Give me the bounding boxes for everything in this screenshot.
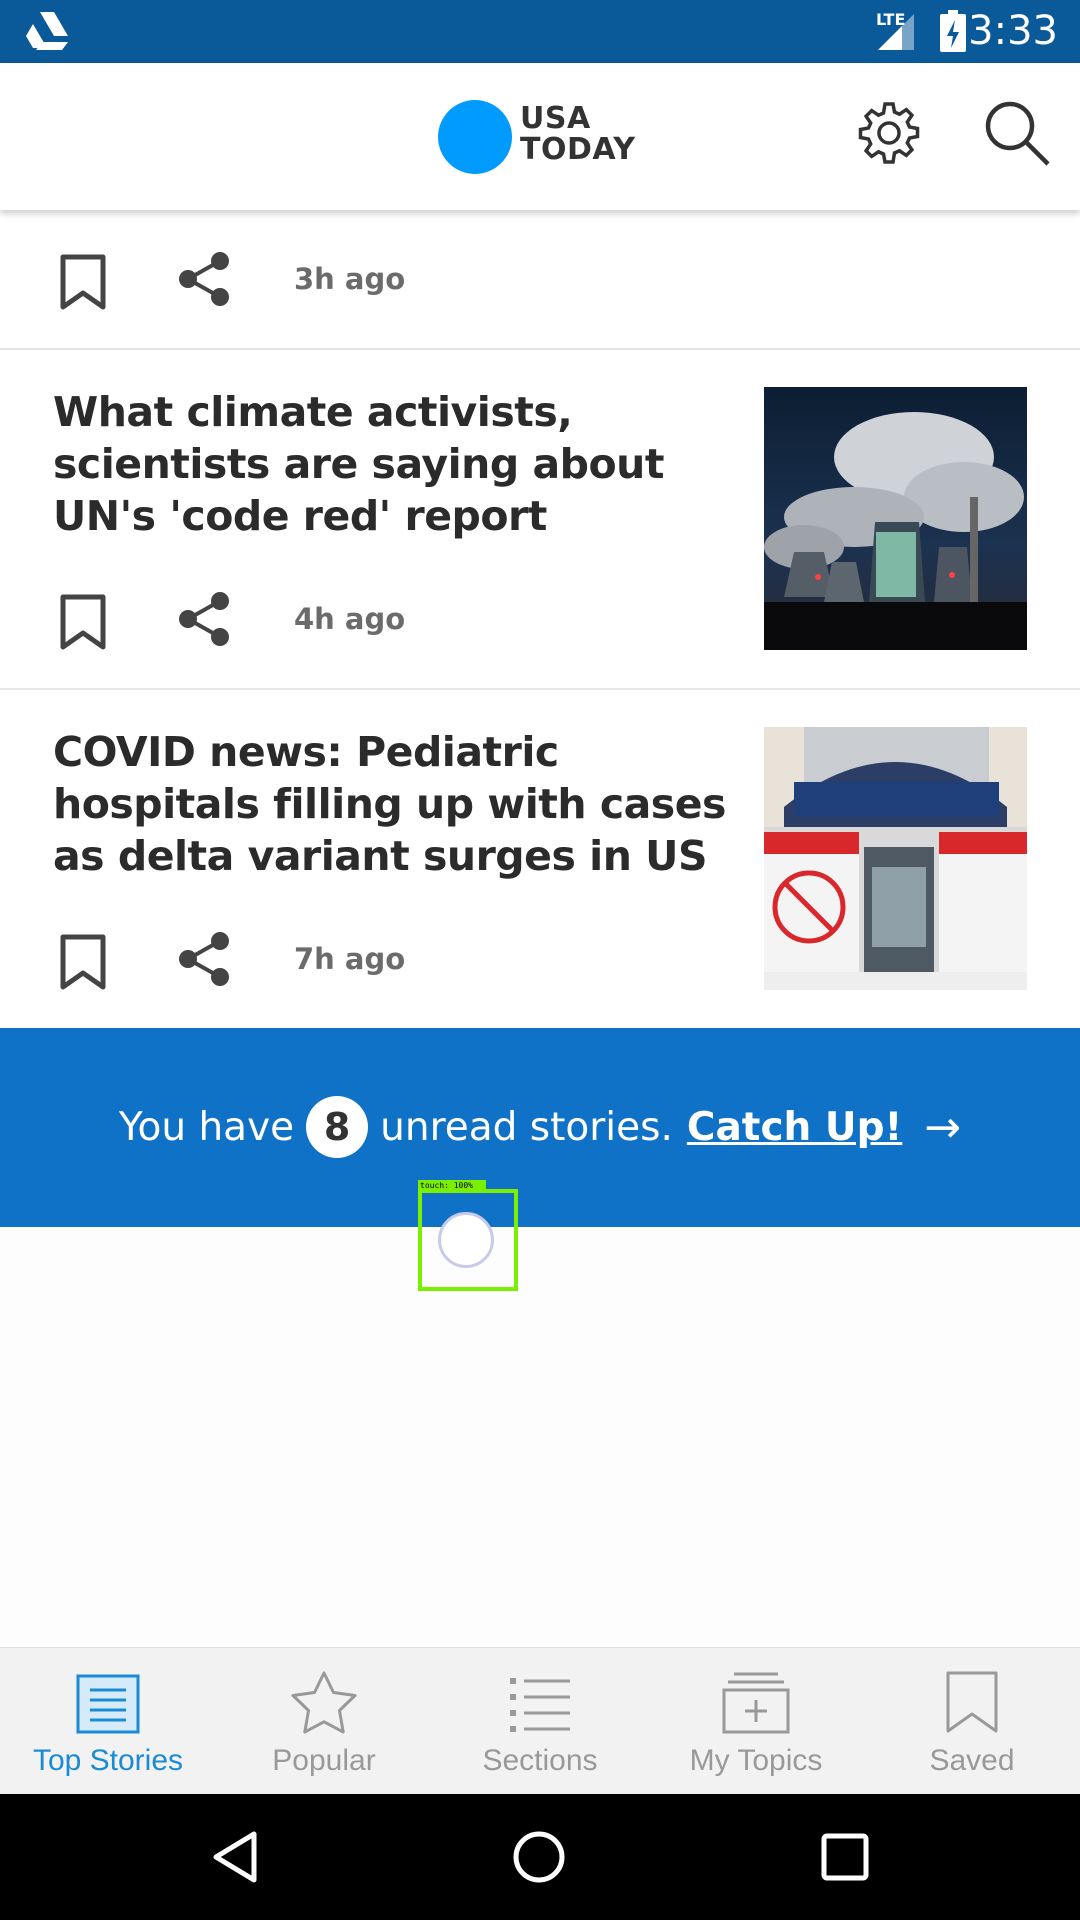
- settings-gear-icon[interactable]: [854, 98, 924, 168]
- battery-charging-icon: [940, 10, 966, 52]
- app-header: USA TODAY: [0, 63, 1080, 210]
- article-headline[interactable]: COVID news: Pediatric hospitals filling …: [53, 726, 753, 882]
- banner-message: You have 8 unread stories. Catch Up! →: [0, 1096, 1080, 1158]
- nav-label: Popular: [272, 1744, 376, 1777]
- list-icon: [510, 1678, 570, 1732]
- article-headline[interactable]: What climate activists, scientists are s…: [53, 386, 733, 542]
- article-thumbnail-image[interactable]: [764, 387, 1027, 650]
- star-icon: [291, 1671, 357, 1734]
- status-time: 3:33: [968, 8, 1058, 54]
- catch-up-link[interactable]: Catch Up!: [687, 1105, 902, 1150]
- bookmark-icon[interactable]: [60, 254, 106, 310]
- logo-text: USA TODAY: [520, 103, 635, 165]
- nav-label: Top Stories: [32, 1744, 184, 1777]
- recent-apps-icon[interactable]: [820, 1832, 870, 1882]
- logo-line-1: USA: [520, 101, 591, 136]
- nav-popular[interactable]: Popular: [216, 1648, 432, 1795]
- nav-top-stories[interactable]: Top Stories: [0, 1648, 216, 1795]
- bookmark-icon: [946, 1671, 998, 1733]
- nav-label: My Topics: [689, 1744, 823, 1777]
- drive-icon: [26, 12, 68, 50]
- article-thumbnail-image[interactable]: [764, 727, 1027, 990]
- top-stories-icon: [76, 1674, 140, 1734]
- bookmark-icon[interactable]: [60, 934, 106, 990]
- status-bar: LTE 3:33: [0, 0, 1080, 63]
- signal-icon: [878, 14, 914, 50]
- my-topics-icon: [722, 1672, 790, 1734]
- nav-label: Sections: [482, 1744, 598, 1777]
- share-icon[interactable]: [178, 252, 232, 306]
- nav-sections[interactable]: Sections: [432, 1648, 648, 1795]
- catch-up-banner[interactable]: You have 8 unread stories. Catch Up! →: [0, 1028, 1080, 1227]
- logo-line-2: TODAY: [520, 132, 636, 167]
- search-icon[interactable]: [982, 98, 1052, 168]
- banner-prefix: You have: [118, 1104, 295, 1150]
- back-icon[interactable]: [210, 1830, 260, 1884]
- share-icon[interactable]: [178, 592, 232, 646]
- nav-label: Saved: [929, 1744, 1015, 1777]
- share-icon[interactable]: [178, 932, 232, 986]
- unread-count-badge: 8: [306, 1096, 369, 1158]
- bookmark-icon[interactable]: [60, 594, 106, 650]
- nav-my-topics[interactable]: My Topics: [648, 1648, 864, 1795]
- article-item[interactable]: What climate activists, scientists are s…: [0, 350, 1080, 690]
- arrow-right-icon[interactable]: →: [924, 1102, 961, 1153]
- touch-point-indicator: [438, 1212, 494, 1268]
- article-item[interactable]: COVID news: Pediatric hospitals filling …: [0, 690, 1080, 1028]
- home-icon[interactable]: [512, 1830, 566, 1884]
- bottom-navigation: Top Stories Popular Sections My Topics S…: [0, 1647, 1080, 1795]
- usa-today-logo-icon[interactable]: [438, 100, 512, 174]
- article-time: 3h ago: [294, 262, 406, 296]
- article-time: 7h ago: [294, 942, 406, 976]
- system-navigation-bar: [0, 1794, 1080, 1920]
- nav-saved[interactable]: Saved: [864, 1648, 1080, 1795]
- article-item[interactable]: 3h ago: [0, 210, 1080, 350]
- article-time: 4h ago: [294, 602, 406, 636]
- banner-suffix: unread stories.: [380, 1104, 673, 1150]
